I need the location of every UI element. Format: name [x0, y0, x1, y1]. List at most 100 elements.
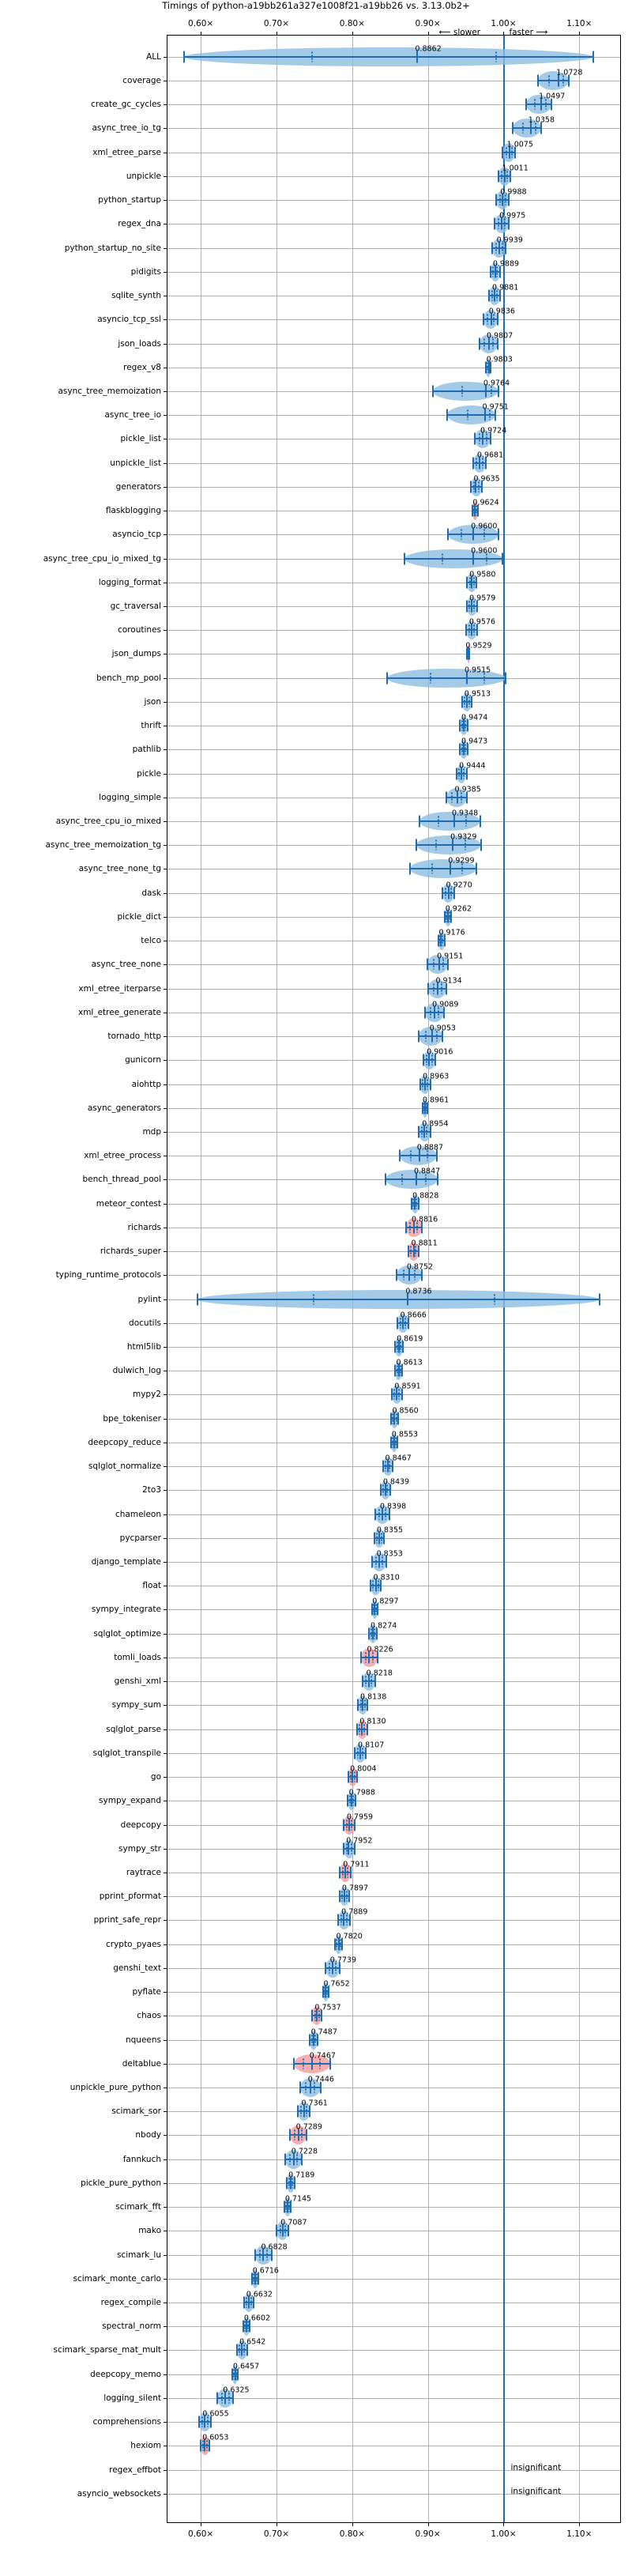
benchmark-label: mypy2 [132, 1390, 161, 1400]
value-label: 0.8226 [367, 1645, 393, 1654]
y-tick-mark [164, 1633, 167, 1635]
benchmark-label: async_tree_io [104, 410, 161, 421]
benchmark-label: scimark_fft [115, 2202, 161, 2212]
y-tick-mark [164, 1896, 167, 1898]
y-tick-mark [164, 2278, 167, 2280]
value-label: 0.7897 [341, 1884, 369, 1893]
whisker-cap [501, 553, 503, 565]
benchmark-label: regex_compile [100, 2298, 161, 2308]
whisker-cap [427, 983, 429, 995]
whisker-cap [461, 696, 463, 708]
y-gridline [167, 1514, 620, 1515]
benchmark-label: asyncio_websockets [77, 2488, 161, 2499]
benchmark-label: unpickle_list [110, 458, 161, 468]
value-label: 0.7889 [341, 1907, 368, 1917]
y-tick-mark [164, 175, 167, 177]
x-tick-label-bottom: 0.80× [339, 2529, 365, 2539]
benchmark-label: pprint_safe_repr [93, 1915, 161, 1925]
y-tick-mark [164, 773, 167, 775]
whisker-cap [284, 2153, 287, 2166]
benchmark-label: bench_thread_pool [82, 1175, 161, 1185]
y-gridline [167, 415, 620, 417]
whisker-cap [236, 2344, 239, 2356]
benchmark-label: hexiom [130, 2441, 161, 2451]
whisker-line [198, 1298, 600, 1300]
y-gridline [167, 2350, 620, 2352]
y-gridline [167, 1275, 620, 1277]
value-label: 0.8355 [376, 1526, 404, 1535]
y-gridline [167, 2326, 620, 2328]
benchmark-label: nqueens [125, 2035, 161, 2045]
benchmark-label: chameleon [115, 1509, 161, 1519]
value-label: 0.7467 [309, 2051, 336, 2061]
value-label: 0.9270 [446, 881, 472, 890]
benchmark-label: pickle_list [120, 434, 162, 444]
quartile-tick [493, 1294, 495, 1305]
whisker-cap [371, 1556, 373, 1568]
whisker-cap [254, 2249, 257, 2261]
quartile-tick [293, 2129, 295, 2140]
y-gridline [167, 534, 620, 536]
value-label: 0.7446 [307, 2075, 334, 2084]
whisker-cap [390, 1388, 393, 1401]
whisker-cap [404, 1221, 407, 1234]
y-gridline [167, 1060, 620, 1062]
y-tick-mark [164, 534, 167, 536]
benchmark-label: meteor_contest [96, 1198, 161, 1209]
y-gridline [167, 2182, 620, 2184]
quartile-tick [304, 2082, 307, 2093]
benchmark-label: pidigits [130, 266, 161, 277]
benchmark-label: deepcopy_reduce [88, 1437, 161, 1447]
x-tick-mark [352, 2523, 353, 2526]
whisker-cap [343, 1819, 345, 1831]
benchmark-label: tornado_http [107, 1032, 161, 1042]
y-tick-mark [164, 2422, 167, 2423]
value-label: 1.0011 [502, 164, 529, 173]
benchmark-label: scimark_lu [116, 2250, 161, 2260]
y-tick-mark [164, 1346, 167, 1348]
benchmark-label: pickle_pure_python [81, 2178, 161, 2188]
y-tick-mark [164, 988, 167, 990]
whisker-line [537, 80, 569, 82]
whisker-cap [353, 1747, 356, 1759]
y-tick-mark [164, 1609, 167, 1611]
value-label: 0.9988 [500, 187, 527, 197]
benchmark-label: sympy_expand [99, 1796, 161, 1806]
y-gridline [167, 271, 620, 273]
y-gridline [167, 2063, 620, 2065]
benchmark-label: 2to3 [142, 1485, 161, 1495]
slower-annotation: ⟵ slower [438, 28, 481, 37]
value-label: 0.7820 [336, 1932, 363, 1941]
y-tick-mark [164, 916, 167, 918]
y-gridline [167, 1633, 620, 1635]
whisker-cap [479, 815, 481, 828]
whisker-cap [441, 887, 443, 900]
whisker-cap [369, 1579, 371, 1592]
y-tick-mark [164, 1131, 167, 1133]
benchmark-label: pickle [137, 768, 161, 779]
benchmark-label: pathlib [132, 745, 161, 755]
value-label: 0.8591 [394, 1382, 421, 1391]
value-label: 0.8467 [385, 1454, 412, 1463]
y-tick-mark [164, 1848, 167, 1850]
y-tick-mark [164, 2111, 167, 2113]
value-label: 0.8553 [391, 1430, 419, 1439]
whisker-cap [511, 122, 514, 134]
benchmark-label: gunicorn [125, 1055, 161, 1065]
y-gridline [167, 821, 620, 823]
y-gridline [167, 605, 620, 607]
benchmark-label: scimark_sparse_mat_mult [53, 2345, 162, 2355]
x-tick-label-top: 1.10× [566, 19, 592, 28]
y-tick-mark [164, 1036, 167, 1038]
whisker-cap [299, 2081, 301, 2094]
whisker-cap [296, 2105, 299, 2118]
y-gridline [167, 916, 620, 918]
y-gridline [167, 2111, 620, 2113]
whisker-cap [380, 1484, 382, 1496]
whisker-cap [592, 51, 594, 63]
y-tick-mark [164, 630, 167, 632]
y-tick-mark [164, 200, 167, 202]
whisker-line [427, 964, 448, 966]
quartile-tick [432, 983, 434, 994]
y-tick-mark [164, 1777, 167, 1778]
